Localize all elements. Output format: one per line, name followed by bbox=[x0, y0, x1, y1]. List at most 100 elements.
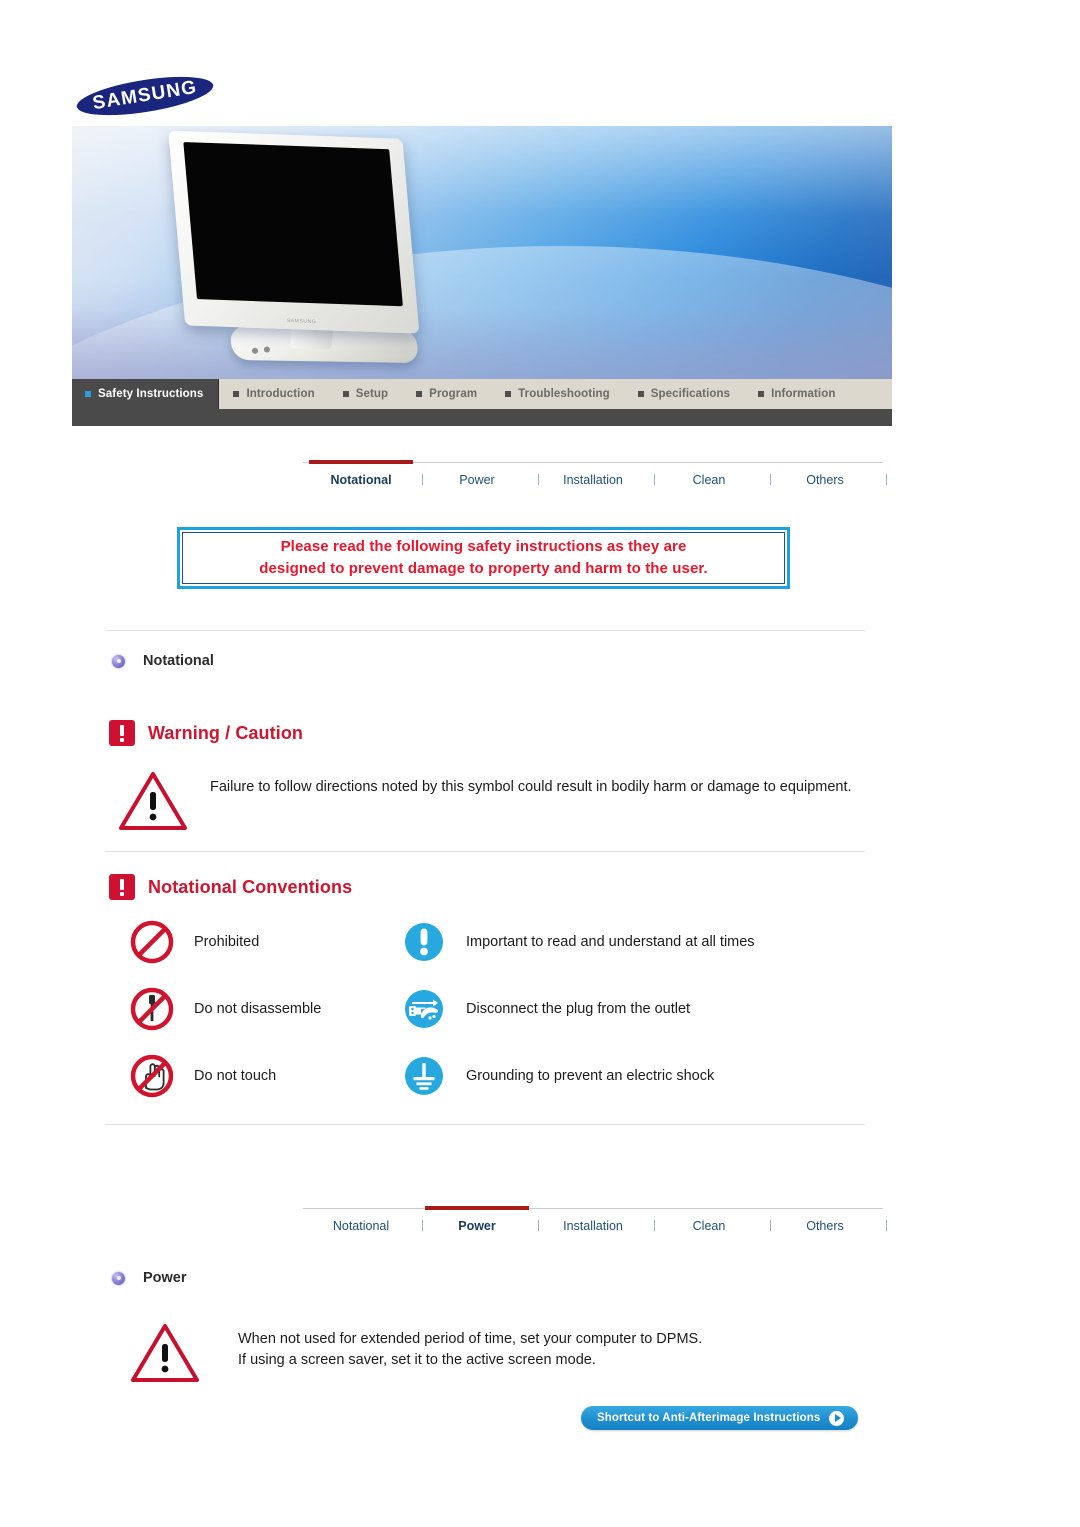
square-bullet-icon bbox=[637, 391, 644, 397]
safety-notice-box: Please read the following safety instruc… bbox=[177, 527, 790, 589]
nav-label: Troubleshooting bbox=[518, 388, 610, 400]
square-bullet-icon bbox=[233, 391, 240, 397]
section-title: Power bbox=[143, 1270, 187, 1286]
notice-line-2: designed to prevent damage to property a… bbox=[259, 559, 708, 577]
convention-label: Prohibited bbox=[194, 934, 260, 950]
convention-prohibited: Prohibited bbox=[128, 918, 400, 966]
subtab-notational[interactable]: Notational bbox=[303, 1208, 423, 1233]
power-warning-line-2: If using a screen saver, set it to the a… bbox=[238, 1352, 596, 1369]
conventions-grid: Prohibited Important to read and underst… bbox=[128, 918, 868, 1100]
monitor-bezel: SAMSUNG bbox=[168, 130, 420, 334]
prohibited-icon bbox=[130, 920, 174, 964]
monitor-screen bbox=[183, 142, 403, 307]
sub-navigation-top: Notational Power Installation Clean Othe… bbox=[303, 460, 887, 500]
subtab-label: Others bbox=[806, 1219, 844, 1233]
shortcut-anti-afterimage-button[interactable]: Shortcut to Anti-Afterimage Instructions bbox=[581, 1406, 859, 1430]
subtab-others[interactable]: Others bbox=[767, 1208, 887, 1233]
samsung-logo: SAMSUNG bbox=[74, 69, 216, 123]
convention-do-not-touch: Do not touch bbox=[128, 1052, 400, 1100]
subtab-label: Clean bbox=[692, 473, 726, 487]
convention-label: Disconnect the plug from the outlet bbox=[466, 1001, 691, 1017]
main-navigation: Safety Instructions Introduction Setup P… bbox=[72, 379, 892, 426]
exclamation-box-icon bbox=[109, 874, 135, 900]
subtab-separator bbox=[886, 1220, 887, 1231]
nav-label: Safety Instructions bbox=[98, 388, 204, 400]
do-not-touch-icon bbox=[130, 1054, 174, 1098]
nav-item-setup[interactable]: Setup bbox=[329, 379, 402, 409]
warning-caution-heading: Warning / Caution bbox=[109, 720, 303, 746]
play-circle-icon bbox=[829, 1410, 845, 1426]
convention-grounding: Grounding to prevent an electric shock bbox=[400, 1052, 868, 1100]
subtab-label: Notational bbox=[330, 473, 392, 487]
subtab-row: Notational Power Installation Clean Othe… bbox=[303, 1206, 887, 1233]
safety-notice-inner: Please read the following safety instruc… bbox=[182, 532, 785, 584]
subtab-clean[interactable]: Clean bbox=[651, 462, 771, 487]
convention-label: Do not disassemble bbox=[194, 1001, 322, 1017]
subtab-label: Power bbox=[459, 473, 495, 487]
manual-page: SAMSUNG SAMSUNG Safety Instructions Intr… bbox=[0, 0, 1080, 1527]
power-warning-block: When not used for extended period of tim… bbox=[130, 1322, 870, 1384]
square-bullet-icon bbox=[505, 391, 512, 397]
subtab-label: Installation bbox=[563, 1219, 623, 1233]
subtab-separator bbox=[886, 474, 887, 485]
subtab-installation[interactable]: Installation bbox=[535, 1208, 655, 1233]
power-warning-text: When not used for extended period of tim… bbox=[238, 1322, 702, 1371]
monitor-brand-label: SAMSUNG bbox=[286, 318, 317, 326]
divider-middle bbox=[105, 851, 865, 852]
nav-label: Program bbox=[429, 388, 478, 400]
hero-banner: SAMSUNG bbox=[72, 126, 892, 379]
main-nav-strip: Safety Instructions Introduction Setup P… bbox=[72, 379, 892, 409]
section-heading-power: Power bbox=[112, 1270, 187, 1286]
nav-item-specifications[interactable]: Specifications bbox=[624, 379, 744, 409]
convention-label: Grounding to prevent an electric shock bbox=[466, 1068, 715, 1084]
subtab-label: Power bbox=[458, 1219, 496, 1233]
nav-item-information[interactable]: Information bbox=[744, 379, 849, 409]
important-icon bbox=[405, 923, 443, 961]
logo-text: SAMSUNG bbox=[91, 76, 199, 115]
convention-disconnect-plug: Disconnect the plug from the outlet bbox=[400, 985, 868, 1033]
convention-important: Important to read and understand at all … bbox=[400, 918, 868, 966]
grounding-icon bbox=[405, 1057, 443, 1095]
nav-label: Setup bbox=[355, 388, 389, 400]
power-warning-line-1: When not used for extended period of tim… bbox=[238, 1331, 703, 1347]
sub-navigation-bottom: Notational Power Installation Clean Othe… bbox=[303, 1206, 887, 1246]
warning-triangle-icon bbox=[119, 772, 187, 830]
nav-item-program[interactable]: Program bbox=[402, 379, 491, 409]
section-heading-notational: Notational bbox=[112, 653, 214, 669]
subtab-clean[interactable]: Clean bbox=[651, 1208, 771, 1233]
notice-line-1: Please read the following safety instruc… bbox=[280, 538, 687, 556]
subtab-notational[interactable]: Notational bbox=[303, 460, 423, 487]
bullet-sphere-icon bbox=[112, 1271, 125, 1285]
subtab-power[interactable]: Power bbox=[419, 462, 539, 487]
nav-item-troubleshooting[interactable]: Troubleshooting bbox=[491, 379, 624, 409]
subtab-power[interactable]: Power bbox=[419, 1206, 539, 1233]
warning-text: Failure to follow directions noted by th… bbox=[210, 779, 852, 795]
subtab-row: Notational Power Installation Clean Othe… bbox=[303, 460, 887, 487]
section-title: Notational bbox=[143, 653, 214, 669]
convention-label: Important to read and understand at all … bbox=[466, 934, 755, 950]
warning-triangle-icon bbox=[131, 1324, 199, 1382]
nav-item-introduction[interactable]: Introduction bbox=[219, 379, 328, 409]
divider-top bbox=[105, 630, 865, 631]
square-bullet-icon bbox=[342, 391, 349, 397]
subtab-installation[interactable]: Installation bbox=[535, 462, 655, 487]
nav-label: Information bbox=[771, 388, 836, 400]
subtab-label: Others bbox=[806, 473, 844, 487]
subtab-label: Installation bbox=[563, 473, 623, 487]
notational-conventions-title: Notational Conventions bbox=[148, 876, 353, 897]
subtab-others[interactable]: Others bbox=[767, 462, 887, 487]
nav-label: Specifications bbox=[650, 388, 731, 400]
square-bullet-icon bbox=[85, 391, 91, 397]
square-bullet-icon bbox=[758, 391, 765, 397]
convention-do-not-disassemble: Do not disassemble bbox=[128, 985, 400, 1033]
subtab-label: Clean bbox=[692, 1219, 726, 1233]
warning-block: Failure to follow directions noted by th… bbox=[118, 770, 863, 832]
bullet-sphere-icon bbox=[112, 654, 125, 668]
nav-item-safety-instructions[interactable]: Safety Instructions bbox=[72, 379, 220, 409]
divider-bottom bbox=[105, 1124, 865, 1125]
square-bullet-icon bbox=[416, 391, 423, 397]
lcd-monitor-image: SAMSUNG bbox=[168, 126, 462, 379]
do-not-disassemble-icon bbox=[130, 987, 174, 1031]
convention-label: Do not touch bbox=[194, 1068, 277, 1084]
notational-conventions-heading: Notational Conventions bbox=[109, 874, 352, 900]
